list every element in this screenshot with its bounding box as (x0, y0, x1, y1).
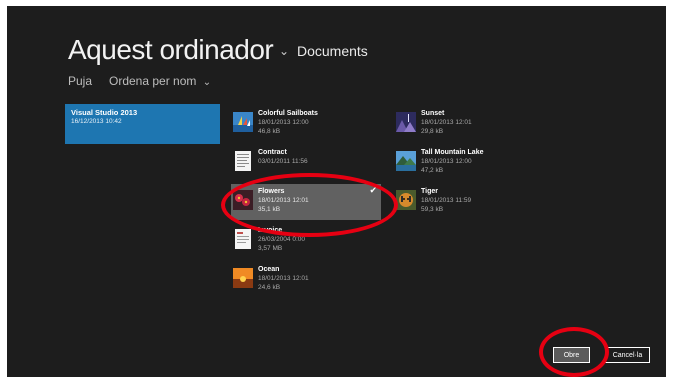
file-date: 26/03/2004 0:00 (258, 236, 305, 243)
document-thumbnail (235, 229, 251, 249)
file-item-sunset[interactable]: Sunset 18/01/2013 12:01 29,8 kB (394, 106, 544, 142)
file-date: 18/01/2013 12:01 (258, 275, 309, 282)
file-date: 18/01/2013 12:00 (258, 119, 309, 126)
file-size: 46,8 kB (258, 128, 281, 135)
annotation-ellipse-flowers (221, 173, 398, 237)
file-item-colorful-sailboats[interactable]: Colorful Sailboats 18/01/2013 12:00 46,8… (231, 106, 381, 142)
sunset-thumbnail (396, 112, 416, 132)
sort-label: Ordena per nom (109, 74, 197, 88)
folder-date: 16/12/2013 10:42 (71, 118, 122, 125)
ocean-thumbnail (233, 268, 253, 288)
current-folder-label: Documents (297, 43, 368, 59)
file-picker-screen: Aquest ordinador ⌄ Documents Puja Ordena… (7, 6, 666, 377)
file-size: 29,8 kB (421, 128, 444, 135)
folder-tile-visual-studio[interactable]: Visual Studio 2013 16/12/2013 10:42 (65, 104, 220, 144)
folder-name: Visual Studio 2013 (71, 108, 138, 117)
file-name: Colorful Sailboats (258, 110, 318, 117)
lake-thumbnail (396, 151, 416, 171)
document-thumbnail (235, 151, 251, 171)
file-size: 59,3 kB (421, 206, 444, 213)
file-date: 18/01/2013 12:01 (421, 119, 472, 126)
file-name: Tiger (421, 188, 438, 195)
file-item-tiger[interactable]: Tiger 18/01/2013 11:59 59,3 kB (394, 184, 544, 220)
file-date: 03/01/2011 11:56 (258, 158, 308, 165)
chevron-down-icon[interactable]: ⌄ (279, 44, 289, 58)
page-title[interactable]: Aquest ordinador (68, 34, 274, 66)
file-name: Tall Mountain Lake (421, 149, 484, 156)
file-size: 24,6 kB (258, 284, 281, 291)
file-name: Contract (258, 149, 287, 156)
file-date: 18/01/2013 11:59 (421, 197, 472, 204)
cancel-button[interactable]: Cancel·la (605, 347, 650, 363)
sort-by-name-button[interactable]: Ordena per nom ⌄ (109, 74, 211, 88)
file-size: 47,2 kB (421, 167, 444, 174)
file-name: Sunset (421, 110, 445, 117)
file-date: 18/01/2013 12:00 (421, 158, 472, 165)
chevron-down-icon: ⌄ (202, 77, 212, 88)
file-item-tall-mountain-lake[interactable]: Tall Mountain Lake 18/01/2013 12:00 47,2… (394, 145, 544, 181)
file-size: 3,57 MB (258, 245, 283, 252)
sailboats-thumbnail (233, 112, 253, 132)
file-name: Ocean (258, 266, 280, 273)
tiger-thumbnail (396, 190, 416, 210)
up-button[interactable]: Puja (68, 74, 92, 88)
annotation-ellipse-open-button (539, 327, 609, 377)
file-item-ocean[interactable]: Ocean 18/01/2013 12:01 24,6 kB (231, 262, 381, 298)
